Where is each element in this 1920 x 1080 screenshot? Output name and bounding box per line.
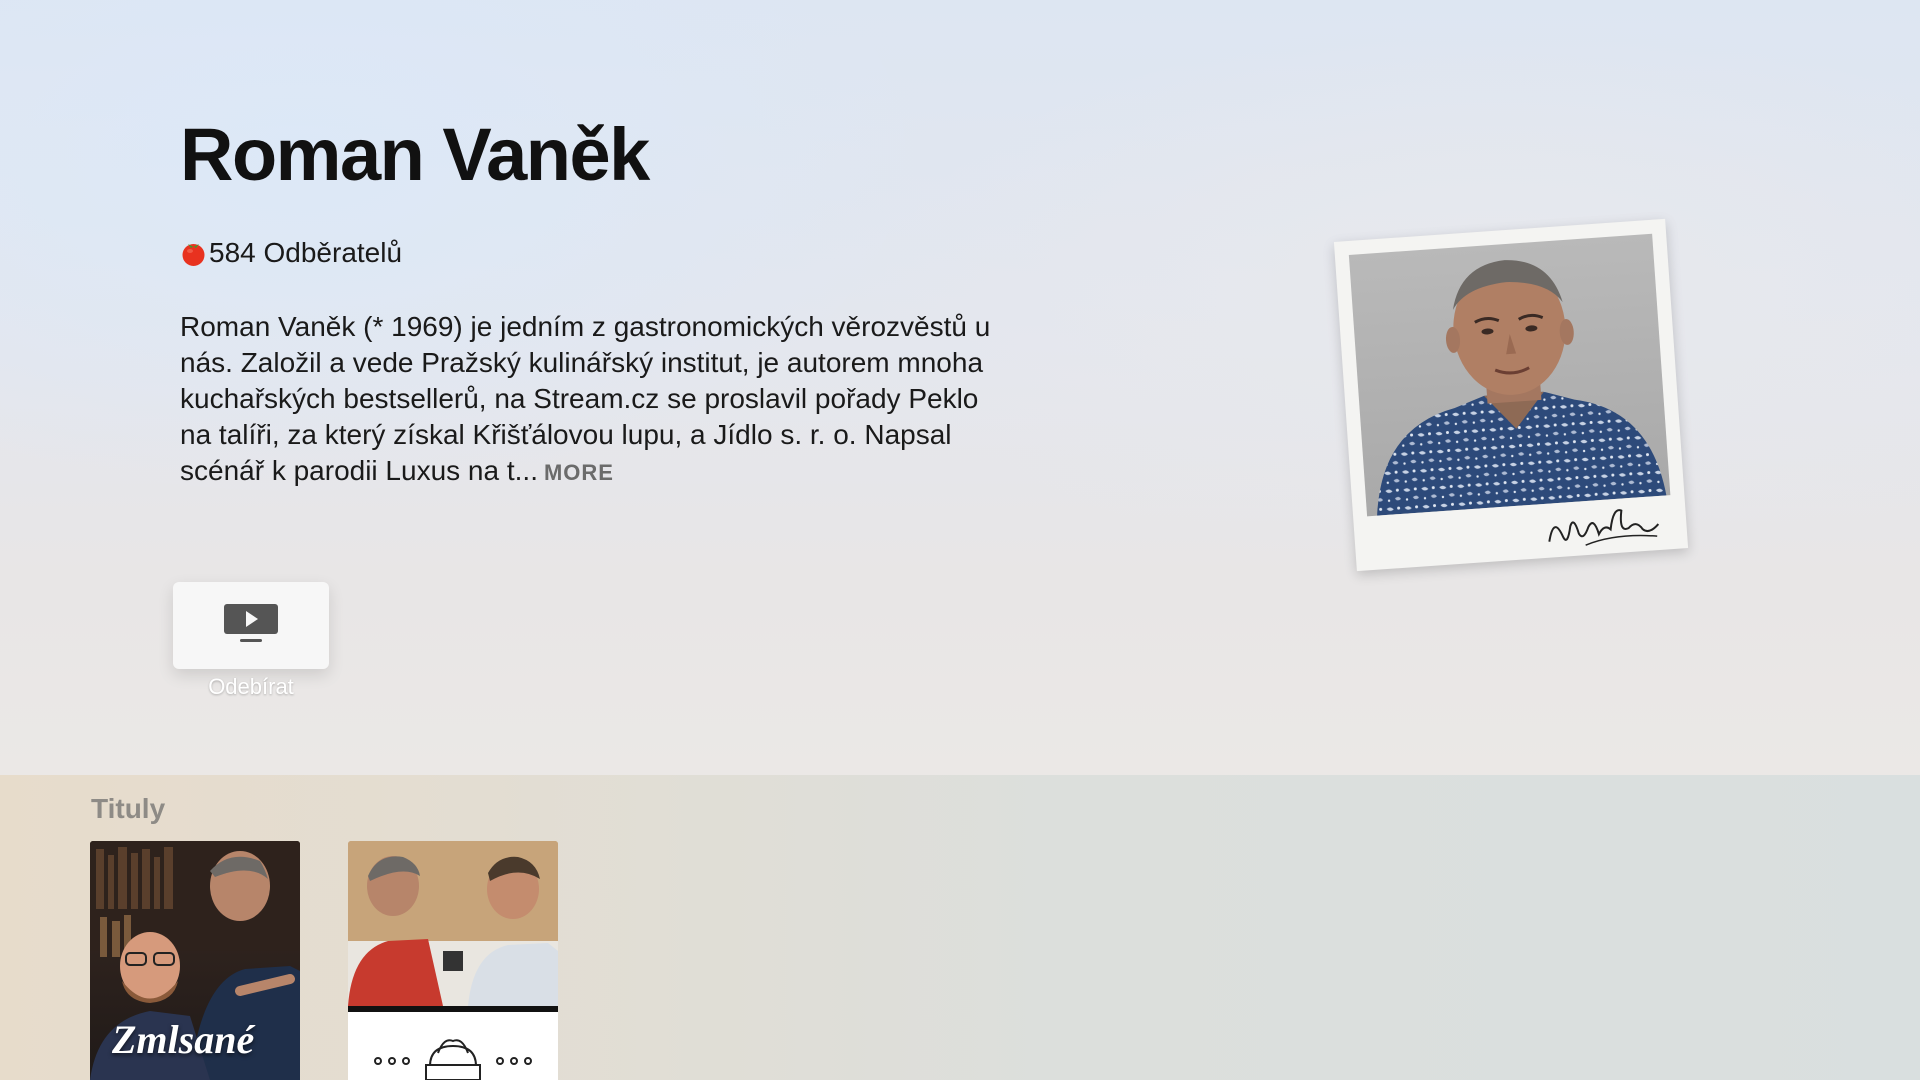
two-men-kitchen-poster	[348, 841, 558, 1080]
title-tile[interactable]	[348, 841, 558, 1080]
more-link[interactable]: MORE	[544, 460, 614, 485]
section-title-titles: Tituly	[91, 793, 166, 824]
subscribe-label: Odebírat	[208, 674, 294, 699]
portrait-photo	[1348, 233, 1671, 517]
page-title: Roman Vaněk	[180, 113, 650, 196]
tomato-icon	[180, 240, 207, 267]
subscriber-count-text: 584 Odběratelů	[209, 237, 403, 268]
signature	[1548, 509, 1660, 546]
subscriber-count: 584 Odběratelů	[180, 236, 402, 270]
tv-play-icon	[222, 602, 280, 649]
tile-title-text: Zmlsané	[112, 1017, 255, 1062]
profile-description[interactable]: Roman Vaněk (* 1969) je jedním z gastron…	[180, 309, 1000, 491]
profile-photo-frame	[1333, 218, 1689, 572]
title-tile[interactable]: Zmlsané	[90, 841, 300, 1080]
subscribe-button[interactable]	[173, 582, 329, 669]
